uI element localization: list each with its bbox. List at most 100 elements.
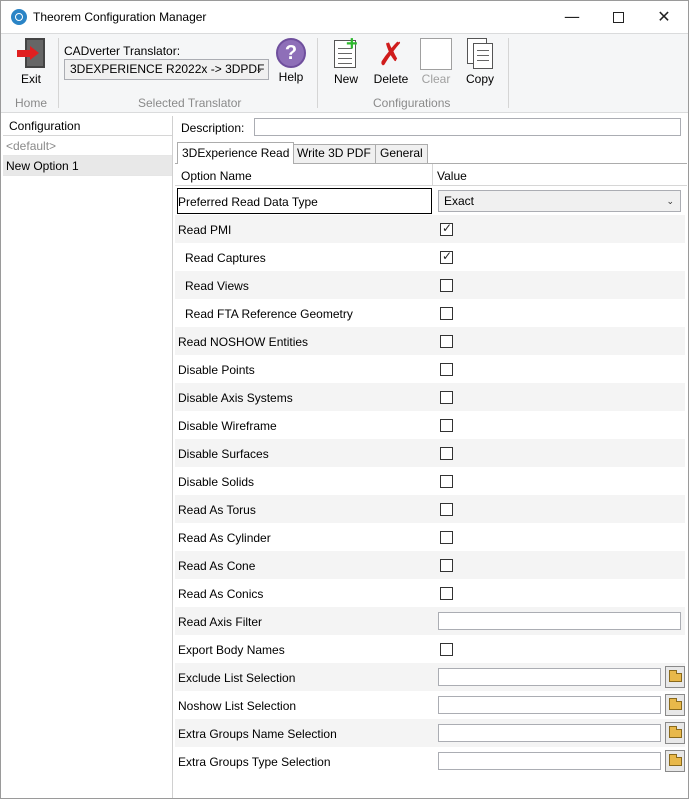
option-name: Exclude List Selection [178, 671, 296, 685]
close-button[interactable]: ✕ [641, 1, 687, 33]
tab-3dexperience-read[interactable]: 3DExperience Read [177, 142, 295, 164]
column-header-value: Value [437, 169, 467, 183]
option-name: Read Captures [185, 251, 266, 265]
browse-button[interactable] [665, 666, 685, 688]
option-checkbox[interactable] [440, 531, 453, 544]
window-title: Theorem Configuration Manager [33, 10, 207, 24]
file-path-input[interactable] [438, 668, 661, 686]
option-checkbox[interactable] [440, 335, 453, 348]
copy-button[interactable]: Copy [462, 38, 498, 86]
ribbon-divider [508, 38, 509, 108]
browse-button[interactable] [665, 694, 685, 716]
table-row: Read FTA Reference Geometry [175, 299, 685, 327]
table-row: Read As Conics [175, 579, 685, 607]
new-button[interactable]: + New [328, 34, 364, 86]
option-checkbox[interactable] [440, 587, 453, 600]
option-checkbox[interactable]: ✓ [440, 221, 453, 236]
option-checkbox[interactable] [440, 279, 453, 292]
table-row: Read Views [175, 271, 685, 299]
option-name: Read NOSHOW Entities [178, 335, 309, 349]
option-dropdown[interactable]: Exact ⌄ [438, 190, 681, 212]
browse-button[interactable] [665, 750, 685, 772]
tab-write-3d-pdf[interactable]: Write 3D PDF [292, 144, 376, 163]
help-label: Help [278, 70, 304, 84]
configuration-list: Configuration <default> New Option 1 [3, 116, 173, 798]
table-row: Disable Solids [175, 467, 685, 495]
option-name: Export Body Names [178, 643, 285, 657]
option-name: Disable Axis Systems [178, 391, 293, 405]
table-row: Export Body Names [175, 635, 685, 663]
file-path-input[interactable] [438, 724, 661, 742]
translator-value: 3DEXPERIENCE R2022x -> 3DPDF [70, 62, 265, 76]
option-name: Read Axis Filter [178, 615, 263, 629]
table-row: Read As Cone [175, 551, 685, 579]
ribbon-divider [317, 38, 318, 108]
folder-open-icon [669, 670, 682, 682]
table-row: Disable Wireframe [175, 411, 685, 439]
file-path-input[interactable] [438, 696, 661, 714]
options-panel: Description: 3DExperience Read Write 3D … [175, 116, 687, 798]
table-row: Preferred Read Data Type Exact ⌄ [175, 187, 685, 215]
dropdown-value: Exact [444, 194, 475, 208]
option-name: Extra Groups Name Selection [178, 727, 337, 741]
option-name: Read As Conics [178, 587, 264, 601]
option-text-input[interactable] [438, 612, 681, 630]
options-grid: Option Name Value Preferred Read Data Ty… [175, 163, 687, 798]
table-row: Disable Axis Systems [175, 383, 685, 411]
clear-icon [420, 38, 452, 70]
option-checkbox[interactable] [440, 559, 453, 572]
delete-x-icon: ✗ [377, 35, 405, 73]
theorem-logo-icon [11, 9, 27, 25]
tab-general[interactable]: General [375, 144, 428, 163]
option-checkbox[interactable]: ✓ [440, 249, 453, 264]
maximize-button[interactable] [595, 1, 641, 33]
table-row: Read As Torus [175, 495, 685, 523]
option-checkbox[interactable] [440, 391, 453, 404]
option-checkbox[interactable] [440, 363, 453, 376]
configurations-group-label: Configurations [373, 96, 451, 110]
table-row: Read As Cylinder [175, 523, 685, 551]
translator-label: CADverter Translator: [64, 44, 181, 58]
help-icon: ? [276, 38, 306, 68]
description-input[interactable] [254, 118, 681, 136]
configuration-item-default[interactable]: <default> [3, 136, 172, 156]
configuration-item-new-option-1[interactable]: New Option 1 [3, 156, 172, 176]
title-bar: Theorem Configuration Manager — ✕ [1, 1, 688, 33]
option-checkbox[interactable] [440, 419, 453, 432]
clear-button[interactable]: Clear [419, 38, 453, 86]
minimize-button[interactable]: — [549, 1, 595, 33]
description-label: Description: [181, 121, 245, 135]
option-name: Disable Points [178, 363, 255, 377]
folder-open-icon [669, 754, 682, 766]
exit-button[interactable]: Exit [11, 38, 51, 86]
option-checkbox[interactable] [440, 307, 453, 320]
help-button[interactable]: ? Help [273, 38, 309, 84]
checkmark-icon: ✓ [442, 249, 453, 263]
option-name: Preferred Read Data Type [178, 195, 318, 209]
option-name: Read As Cylinder [178, 531, 271, 545]
translator-dropdown[interactable]: 3DEXPERIENCE R2022x -> 3DPDF ⌄ [64, 59, 269, 80]
table-row: Disable Surfaces [175, 439, 685, 467]
option-checkbox[interactable] [440, 503, 453, 516]
file-path-input[interactable] [438, 752, 661, 770]
option-checkbox[interactable] [440, 475, 453, 488]
delete-label: Delete [373, 72, 409, 86]
option-name: Read FTA Reference Geometry [185, 307, 353, 321]
maximize-icon [612, 12, 624, 23]
chevron-down-icon: ⌄ [255, 64, 263, 74]
option-name: Read As Cone [178, 559, 256, 573]
copy-label: Copy [465, 72, 494, 86]
table-row: Extra Groups Type Selection [175, 747, 685, 775]
option-checkbox[interactable] [440, 643, 453, 656]
table-row: Read Captures ✓ [175, 243, 685, 271]
ribbon: Exit Home CADverter Translator: 3DEXPERI… [1, 33, 688, 113]
option-name: Read Views [185, 279, 249, 293]
table-row: Extra Groups Name Selection [175, 719, 685, 747]
checkmark-icon: ✓ [442, 221, 453, 235]
table-row: Read PMI ✓ [175, 215, 685, 243]
browse-button[interactable] [665, 722, 685, 744]
delete-button[interactable]: ✗ Delete [372, 38, 410, 86]
option-checkbox[interactable] [440, 447, 453, 460]
table-row: Disable Points [175, 355, 685, 383]
exit-icon [15, 38, 47, 70]
